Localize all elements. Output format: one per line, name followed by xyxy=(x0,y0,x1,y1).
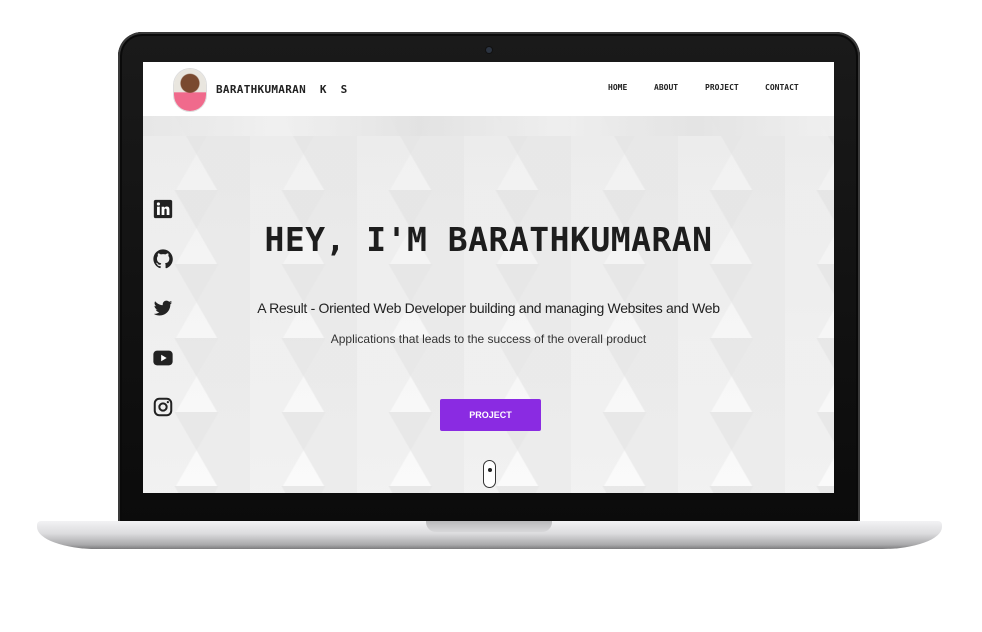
nav-about[interactable]: ABOUT xyxy=(654,83,678,92)
scroll-dot xyxy=(487,468,492,472)
hero-section: HEY, I'M BARATHKUMARAN A Result - Orient… xyxy=(143,116,834,493)
main-nav: HOME ABOUT PROJECT CONTACT xyxy=(143,83,834,97)
nav-contact[interactable]: CONTACT xyxy=(765,83,799,92)
laptop-screen: BARATHKUMARAN K S HOME ABOUT PROJECT CON… xyxy=(143,62,834,493)
linkedin-icon[interactable] xyxy=(152,198,174,220)
hero-subline: Applications that leads to the success o… xyxy=(330,332,647,346)
laptop-camera xyxy=(486,47,492,53)
hero-background-band xyxy=(143,116,834,136)
site-header: BARATHKUMARAN K S HOME ABOUT PROJECT CON… xyxy=(143,62,834,116)
laptop-base-notch xyxy=(426,521,552,532)
nav-project[interactable]: PROJECT xyxy=(705,83,739,92)
project-button[interactable]: PROJECT xyxy=(440,399,541,431)
hero-title: HEY, I'M BARATHKUMARAN xyxy=(264,220,713,259)
scroll-mouse-icon[interactable] xyxy=(483,460,496,488)
instagram-icon[interactable] xyxy=(152,396,174,418)
nav-home[interactable]: HOME xyxy=(608,83,627,92)
youtube-icon[interactable] xyxy=(152,347,174,369)
hero-tagline: A Result - Oriented Web Developer buildi… xyxy=(257,300,720,316)
